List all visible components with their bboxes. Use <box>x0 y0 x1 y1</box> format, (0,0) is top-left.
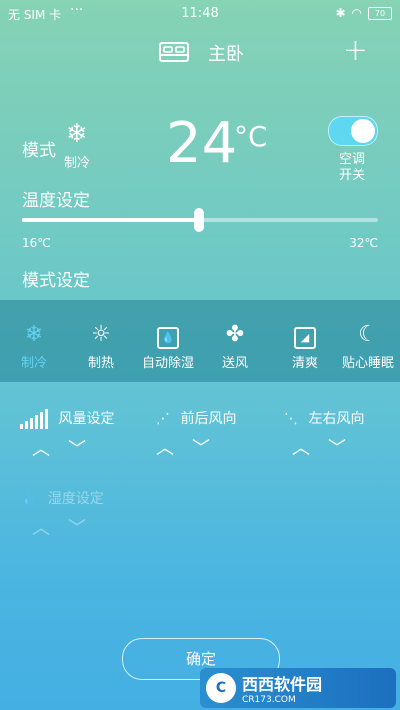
humidity-up-button[interactable]: ︿ <box>32 518 68 539</box>
fan-speed-label: 风量设定 <box>58 411 115 427</box>
temp-max-label: 32℃ <box>349 236 378 250</box>
temp-setting-label: 温度设定 <box>22 191 90 211</box>
temp-slider-thumb[interactable] <box>194 208 204 232</box>
humidity-down-button[interactable]: ﹀ <box>68 518 104 539</box>
vertical-swing-label: 前后风向 <box>180 411 237 427</box>
toggle-knob <box>351 119 375 143</box>
mode-heat[interactable]: ☼ 制热 <box>71 322 131 371</box>
snowflake-icon: ❄ <box>24 322 44 347</box>
airflow-icon: ⋰ <box>156 411 170 427</box>
fan-speed-up-button[interactable]: ︿ <box>32 439 68 460</box>
plus-icon: + <box>342 33 368 68</box>
fan-icon: ✤ <box>225 322 245 347</box>
horizontal-swing-up-button[interactable]: ︿ <box>292 438 328 459</box>
signal-bars-icon <box>20 409 48 429</box>
watermark: C 西西软件园 CR173.COM <box>200 668 396 708</box>
mode-cool[interactable]: ❄ 制冷 <box>4 322 64 371</box>
bed-icon <box>159 42 189 62</box>
fan-speed-control: 风量设定 ︿﹀ <box>20 408 114 461</box>
mode-fan[interactable]: ✤ 送风 <box>205 322 265 371</box>
humidity-icon: 💧 <box>20 491 38 507</box>
horizontal-swing-label: 左右风向 <box>308 411 365 427</box>
temperature-value: 24 <box>166 111 238 176</box>
horizontal-swing-down-button[interactable]: ﹀ <box>328 438 364 459</box>
power-toggle-label: 空调 开关 <box>338 152 365 183</box>
temp-slider-fill <box>22 218 200 222</box>
add-button[interactable]: + <box>343 36 368 66</box>
bluetooth-icon: ✱ <box>335 6 346 20</box>
status-icons: ✱ ◠ 70 <box>335 6 392 20</box>
humidity-control: 💧 湿度设定 ︿﹀ <box>20 488 104 540</box>
power-toggle[interactable] <box>328 116 378 146</box>
mode-dehumidify[interactable]: 💧 自动除湿 <box>138 322 198 371</box>
vertical-swing-down-button[interactable]: ﹀ <box>192 438 228 459</box>
temperature-unit: °C <box>234 120 268 153</box>
sun-icon: ☼ <box>91 322 111 347</box>
fresh-icon: ◢ <box>275 322 335 349</box>
watermark-logo: C <box>206 673 236 703</box>
vertical-swing-up-button[interactable]: ︿ <box>156 438 192 459</box>
vertical-swing-control: ⋰ 前后风向 ︿﹀ <box>156 408 236 460</box>
humidity-label: 湿度设定 <box>47 491 104 507</box>
horizontal-swing-control: ⋱ 左右风向 ︿﹀ <box>284 408 364 460</box>
droplet-icon: 💧 <box>138 322 198 349</box>
mode-fresh[interactable]: ◢ 清爽 <box>275 322 335 371</box>
mode-label: 模式 <box>22 141 56 161</box>
temp-min-label: 16℃ <box>22 236 51 250</box>
snowflake-icon: ❄ <box>66 119 88 149</box>
mode-setting-label: 模式设定 <box>22 271 90 291</box>
airflow-spread-icon: ⋱ <box>284 411 298 427</box>
wifi-icon: ◠ <box>351 6 362 20</box>
current-mode: 制冷 <box>64 156 91 171</box>
status-bar: 无 SIM 卡 ··· 11:48 ✱ ◠ 70 <box>0 0 400 28</box>
room-title: 主卧 <box>208 44 244 65</box>
mode-sleep[interactable]: ☾ 贴心睡眠 <box>338 322 398 371</box>
fan-speed-down-button[interactable]: ﹀ <box>68 439 104 460</box>
battery-icon: 70 <box>368 6 392 20</box>
moon-icon: ☾ <box>358 322 378 347</box>
